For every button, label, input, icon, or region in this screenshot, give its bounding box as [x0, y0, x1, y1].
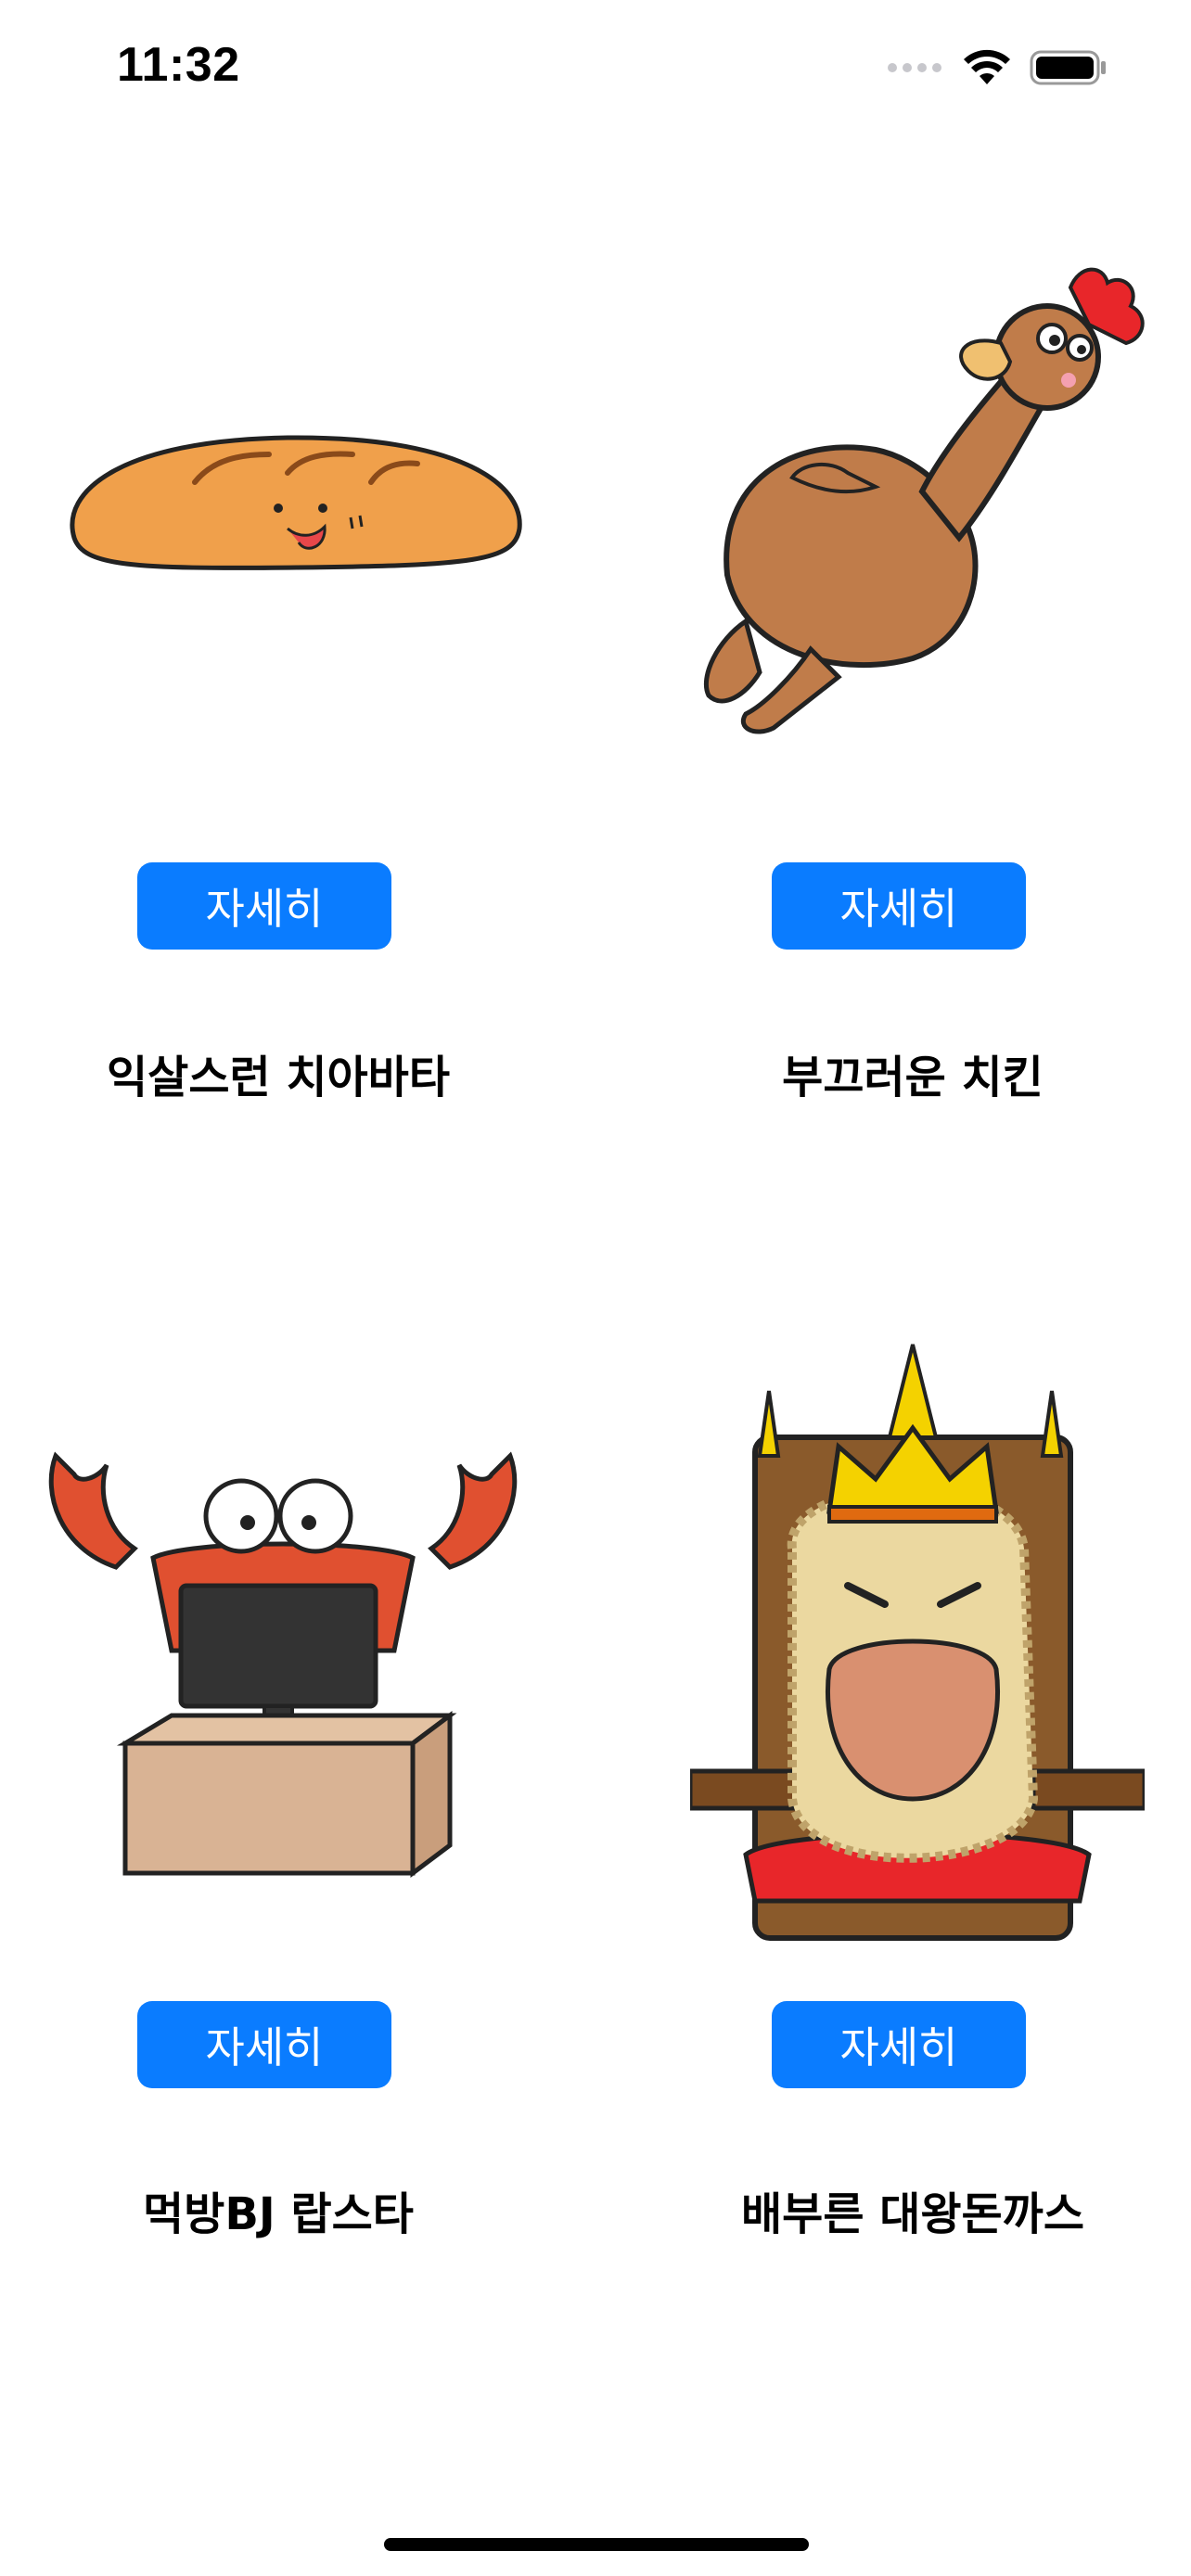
item-title: 익살스런 치아바타 [107, 1052, 450, 1103]
item-title: 먹방BJ 랍스타 [143, 2188, 414, 2240]
menu-card-lobster: 자세히 먹방BJ 랍스타 [37, 1335, 519, 2263]
status-icons [887, 46, 1108, 89]
battery-icon [1030, 50, 1106, 85]
home-indicator[interactable] [384, 2538, 809, 2551]
item-title: 배부른 대왕돈까스 [741, 2188, 1084, 2240]
detail-button[interactable]: 자세히 [137, 862, 391, 950]
item-title: 부끄러운 치킨 [782, 1052, 1044, 1103]
shy-chicken-illustration [703, 267, 1145, 734]
detail-button[interactable]: 자세히 [772, 2001, 1026, 2088]
lobster-bj-illustration [48, 1451, 518, 1878]
signal-dots-icon [888, 63, 941, 72]
status-time: 11:32 [117, 38, 240, 92]
menu-card-pork-cutlet: 자세히 배부른 대왕돈까스 [672, 1335, 1154, 2263]
wifi-icon [964, 49, 1010, 84]
menu-card-ciabatta: 자세히 익살스런 치아바타 [37, 213, 522, 1141]
detail-button[interactable]: 자세히 [772, 862, 1026, 950]
menu-card-chicken: 자세히 부끄러운 치킨 [672, 213, 1154, 1141]
detail-button[interactable]: 자세히 [137, 2001, 391, 2088]
ciabatta-bread-illustration [70, 435, 522, 570]
king-pork-cutlet-illustration [690, 1344, 1145, 1941]
